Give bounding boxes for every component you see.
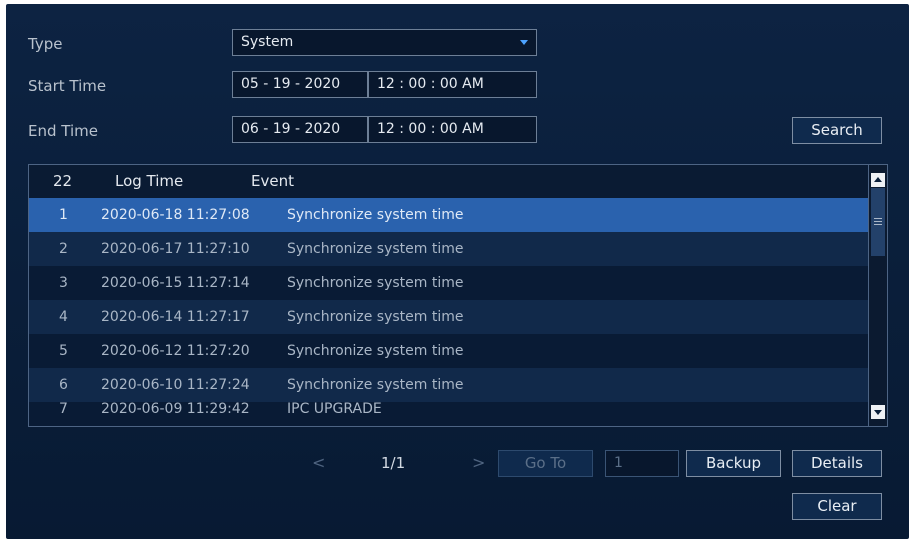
- row-event: Synchronize system time: [287, 343, 464, 359]
- scrollbar-thumb[interactable]: [871, 188, 885, 256]
- row-log-time: 2020-06-18 11:27:08: [101, 207, 250, 223]
- log-search-panel: Type System Start Time 05 - 19 - 2020 12…: [6, 4, 909, 539]
- chevron-down-icon: [520, 40, 528, 45]
- backup-button[interactable]: Backup: [686, 450, 781, 477]
- start-date-field[interactable]: 05 - 19 - 2020: [232, 71, 368, 98]
- menu-grip-icon: [874, 218, 882, 219]
- start-time-label: Start Time: [28, 77, 107, 95]
- end-date-field[interactable]: 06 - 19 - 2020: [232, 116, 368, 143]
- header-event[interactable]: Event: [251, 172, 294, 190]
- row-log-time: 2020-06-15 11:27:14: [101, 275, 250, 291]
- row-log-time: 2020-06-12 11:27:20: [101, 343, 250, 359]
- row-event: Synchronize system time: [287, 207, 464, 223]
- table-row[interactable]: 4 2020-06-14 11:27:17 Synchronize system…: [29, 300, 869, 334]
- row-index: 5: [59, 343, 68, 359]
- row-index: 2: [59, 241, 68, 257]
- row-index: 7: [59, 401, 68, 417]
- goto-button[interactable]: Go To: [498, 450, 593, 477]
- row-event: IPC UPGRADE: [287, 401, 382, 417]
- end-time-label: End Time: [28, 122, 98, 140]
- start-time-field[interactable]: 12 : 00 : 00 AM: [368, 71, 537, 98]
- page-indicator: 1/1: [381, 454, 406, 472]
- row-index: 3: [59, 275, 68, 291]
- row-log-time: 2020-06-17 11:27:10: [101, 241, 250, 257]
- table-row[interactable]: 1 2020-06-18 11:27:08 Synchronize system…: [29, 198, 869, 232]
- row-index: 4: [59, 309, 68, 325]
- table-row[interactable]: 5 2020-06-12 11:27:20 Synchronize system…: [29, 334, 869, 368]
- table-row[interactable]: 2 2020-06-17 11:27:10 Synchronize system…: [29, 232, 869, 266]
- row-event: Synchronize system time: [287, 275, 464, 291]
- table-row[interactable]: 3 2020-06-15 11:27:14 Synchronize system…: [29, 266, 869, 300]
- type-label: Type: [28, 35, 63, 53]
- end-time-field[interactable]: 12 : 00 : 00 AM: [368, 116, 537, 143]
- search-button[interactable]: Search: [792, 117, 882, 144]
- table-header: 22 Log Time Event: [29, 165, 869, 198]
- table-row[interactable]: 7 2020-06-09 11:29:42 IPC UPGRADE: [29, 392, 869, 426]
- clear-button[interactable]: Clear: [792, 493, 882, 520]
- arrow-down-icon[interactable]: [871, 405, 885, 419]
- log-table: 22 Log Time Event 1 2020-06-18 11:27:08 …: [28, 164, 888, 427]
- row-log-time: 2020-06-09 11:29:42: [101, 401, 250, 417]
- details-button[interactable]: Details: [792, 450, 882, 477]
- table-scrollbar[interactable]: [868, 165, 887, 426]
- row-event: Synchronize system time: [287, 241, 464, 257]
- row-log-time: 2020-06-14 11:27:17: [101, 309, 250, 325]
- type-select-value: System: [241, 34, 294, 50]
- arrow-up-icon[interactable]: [871, 173, 885, 187]
- prev-page-button[interactable]: <: [312, 453, 325, 472]
- type-select[interactable]: System: [232, 29, 537, 56]
- row-event: Synchronize system time: [287, 309, 464, 325]
- next-page-button[interactable]: >: [472, 453, 485, 472]
- row-index: 1: [59, 207, 68, 223]
- goto-page-input[interactable]: 1: [605, 450, 679, 477]
- header-count: 22: [53, 172, 73, 190]
- header-log-time[interactable]: Log Time: [115, 172, 183, 190]
